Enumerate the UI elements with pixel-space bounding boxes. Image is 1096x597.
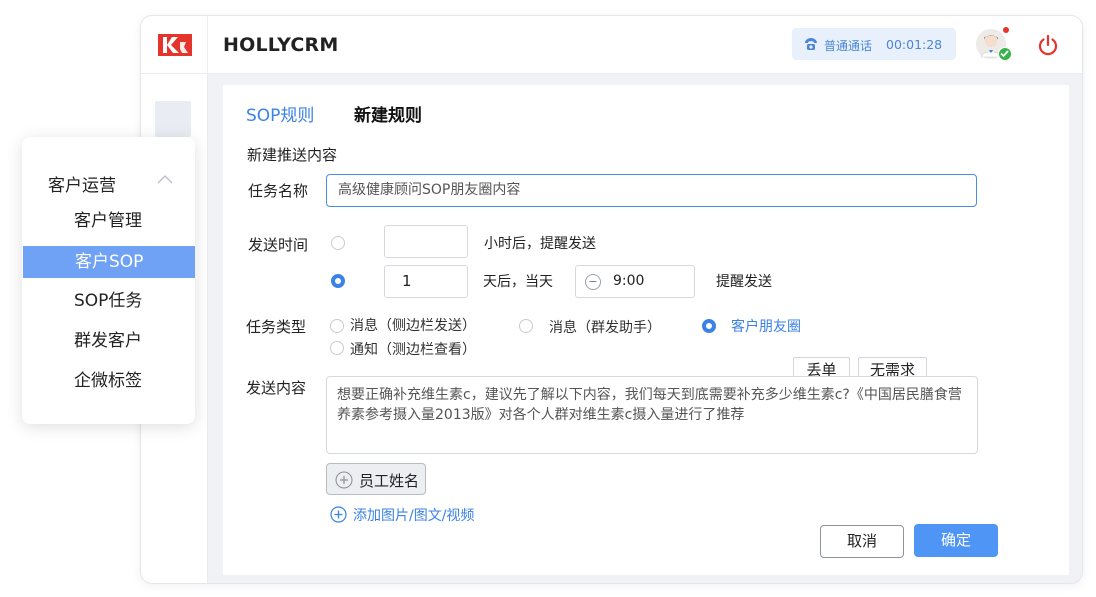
cancel-button[interactable]: 取消 — [820, 525, 904, 558]
logo-area — [141, 16, 208, 74]
menu-item-sop-tasks[interactable]: SOP任务 — [22, 285, 195, 317]
menu-item-customer-management[interactable]: 客户管理 — [22, 205, 195, 237]
add-media-label: 添加图片/图文/视频 — [353, 508, 475, 524]
content-textarea[interactable]: 想要正确补充维生素c，建议先了解以下内容，我们每天到底需要补充多少维生素c?《中… — [326, 376, 978, 454]
app-title: HOLLYCRM — [223, 34, 339, 56]
hours-input[interactable] — [384, 225, 468, 258]
radio-days[interactable] — [331, 274, 345, 288]
employee-name-button[interactable]: 员工姓名 — [326, 463, 426, 495]
menu-item-customer-sop[interactable]: 客户SOP — [23, 246, 195, 278]
confirm-button[interactable]: 确定 — [914, 524, 998, 557]
radio-type-moments[interactable] — [702, 319, 716, 333]
top-header: HOLLYCRM 普通通话 00:01:28 — [141, 16, 1082, 74]
brand-logo-icon — [158, 34, 192, 56]
phone-icon — [805, 38, 817, 50]
time-suffix: 提醒发送 — [716, 274, 772, 290]
task-name-input[interactable]: 高级健康顾问SOP朋友圈内容 — [326, 174, 977, 207]
plus-circle-icon — [335, 471, 353, 489]
type-mass-assistant-label[interactable]: 消息（群发助手） — [549, 317, 661, 337]
time-value: 9:00 — [613, 273, 645, 289]
clock-icon: − — [585, 274, 601, 290]
radio-hours[interactable] — [331, 236, 345, 250]
send-time-label: 发送时间 — [248, 236, 309, 254]
days-suffix: 天后，当天 — [483, 274, 553, 290]
avatar[interactable] — [976, 27, 1012, 61]
tab-new-rule[interactable]: 新建规则 — [354, 101, 422, 126]
type-sidebar-msg-label[interactable]: 消息（侧边栏发送） — [350, 315, 476, 335]
hours-suffix: 小时后，提醒发送 — [484, 236, 596, 252]
task-name-label: 任务名称 — [248, 182, 309, 200]
type-moments-label[interactable]: 客户朋友圈 — [731, 316, 801, 336]
radio-type-notice[interactable] — [330, 341, 344, 355]
radio-type-sidebar-msg[interactable] — [330, 319, 344, 333]
rail-menu-block[interactable] — [155, 101, 191, 137]
menu-group-title[interactable]: 客户运营 — [48, 171, 116, 196]
days-input[interactable]: 1 — [384, 265, 468, 298]
radio-type-mass-assistant[interactable] — [519, 319, 533, 333]
call-type-label: 普通通话 — [824, 39, 873, 53]
task-type-label: 任务类型 — [246, 318, 307, 336]
type-notice-label[interactable]: 通知（测边栏查看） — [350, 339, 476, 359]
online-check-icon — [998, 47, 1012, 61]
section-title: 新建推送内容 — [247, 146, 338, 164]
tab-sop-rules[interactable]: SOP规则 — [246, 101, 314, 126]
customer-ops-menu: 客户运营 客户管理 客户SOP SOP任务 群发客户 企微标签 — [22, 137, 195, 424]
power-icon[interactable] — [1037, 34, 1059, 56]
chevron-up-icon[interactable] — [157, 174, 173, 184]
content-label: 发送内容 — [246, 379, 307, 397]
add-circle-icon — [330, 506, 347, 523]
call-status-chip[interactable]: 普通通话 00:01:28 — [792, 28, 956, 60]
time-picker[interactable]: − 9:00 — [575, 265, 695, 298]
notification-dot — [1003, 27, 1009, 33]
employee-name-label: 员工姓名 — [359, 472, 420, 490]
menu-item-wecom-tags[interactable]: 企微标签 — [22, 365, 195, 397]
menu-item-mass-send[interactable]: 群发客户 — [22, 325, 195, 357]
call-timer: 00:01:28 — [886, 37, 943, 52]
